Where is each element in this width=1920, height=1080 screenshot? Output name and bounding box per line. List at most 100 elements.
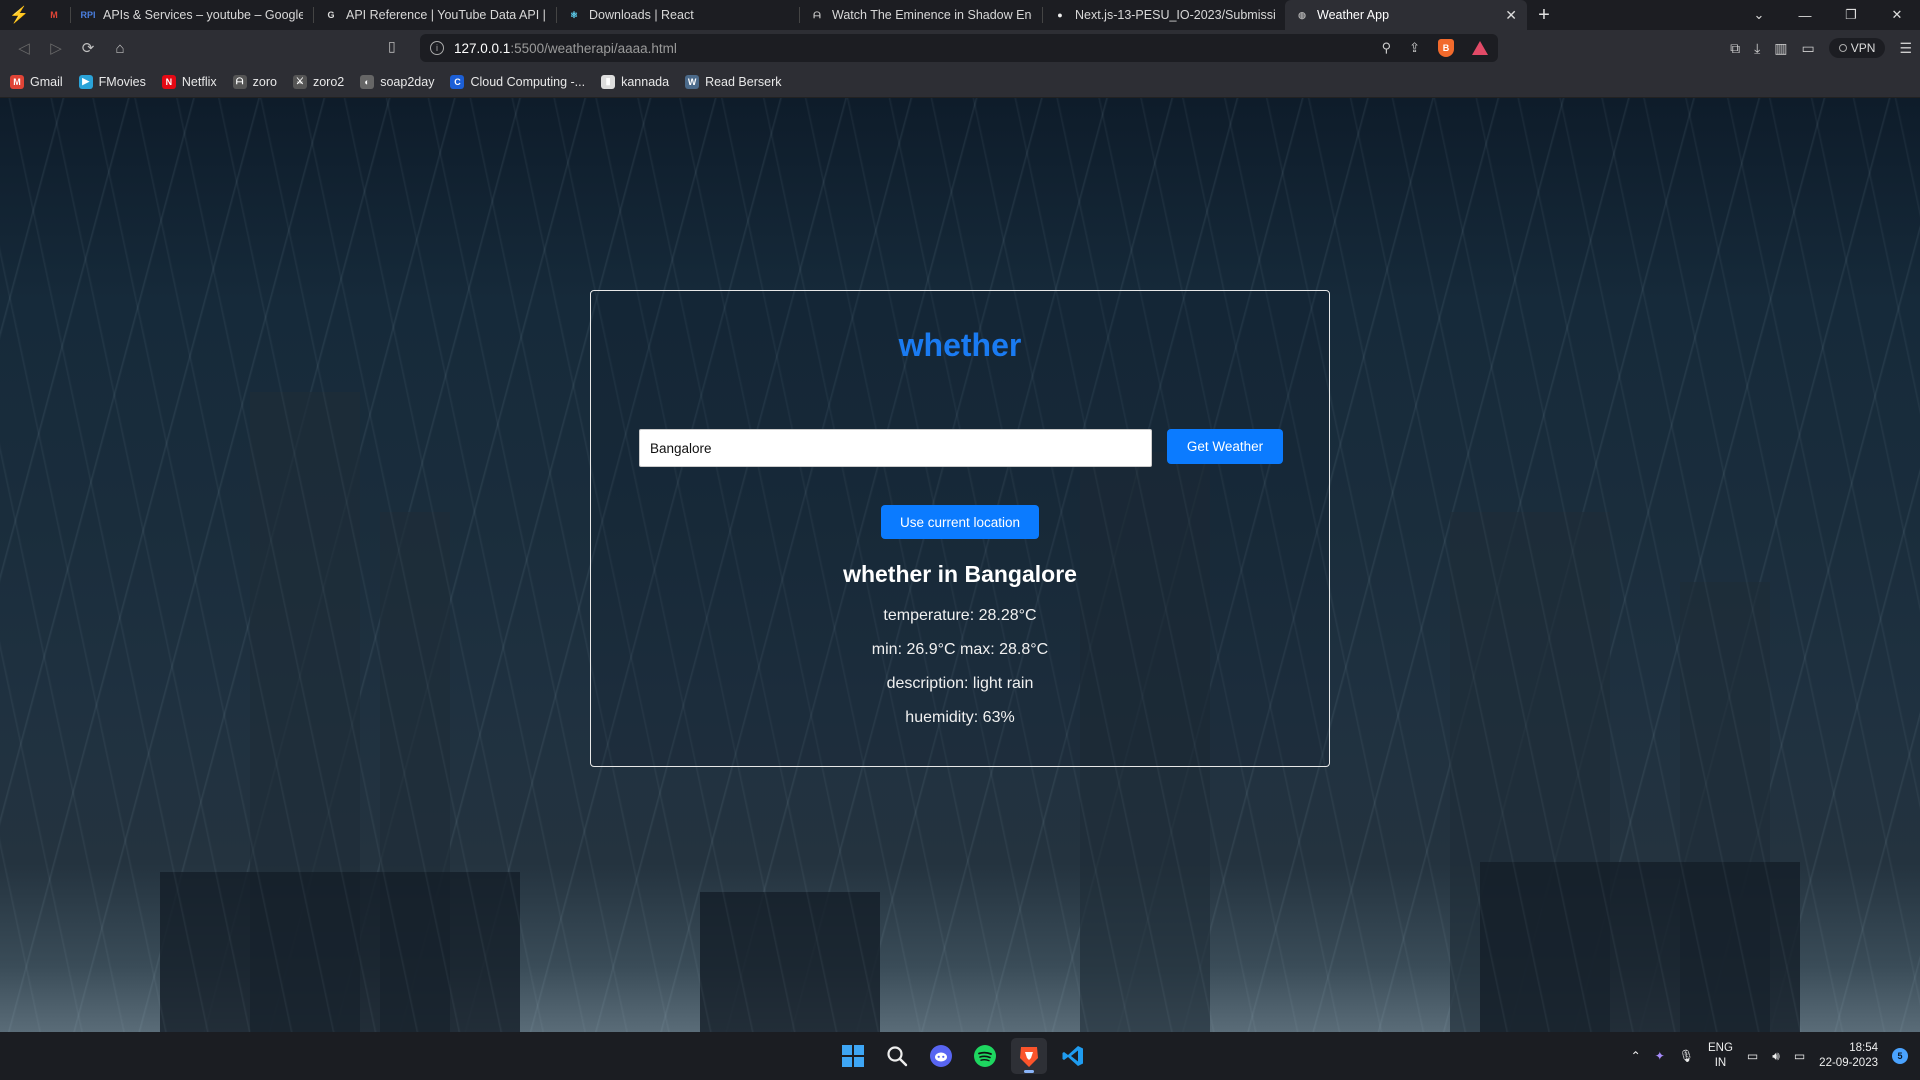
bookmark-label: Netflix bbox=[181, 74, 217, 89]
tab[interactable]: ⚛ Downloads | React bbox=[557, 0, 799, 30]
tab-active[interactable]: ◍ Weather App ✕ bbox=[1285, 0, 1527, 30]
extensions-icon[interactable]: ⧉ bbox=[1730, 40, 1740, 57]
region-code: IN bbox=[1714, 1057, 1727, 1069]
vpn-status-icon bbox=[1838, 44, 1847, 52]
wordpress-icon: W bbox=[685, 74, 700, 89]
tab-list: M RPI APIs & Services – youtube – Google C… bbox=[38, 0, 1527, 30]
taskbar-apps bbox=[835, 1038, 1091, 1074]
bookmark-item[interactable]: N Netflix bbox=[161, 74, 217, 89]
bookmark-item[interactable]: ◐ soap2day bbox=[360, 74, 434, 89]
taskbar: ⌃ ✦ 🎙 ENG IN ▭ 🔊︎ ▭ 18:54 22-09-2023 5 bbox=[0, 1032, 1920, 1080]
bookmark-item[interactable]: M Gmail bbox=[10, 74, 63, 89]
close-window-button[interactable]: ✕ bbox=[1874, 0, 1920, 30]
bookmark-item[interactable]: ▶ FMovies bbox=[78, 74, 146, 89]
brave-menu-icon[interactable]: ⚡ bbox=[0, 0, 38, 30]
vpn-button[interactable]: VPN bbox=[1828, 38, 1886, 58]
network-icon[interactable]: ▭ bbox=[1747, 1049, 1758, 1063]
temperature-text: temperature: 28.28°C bbox=[883, 607, 1037, 624]
bookmark-item[interactable]: C Cloud Computing -... bbox=[450, 74, 585, 89]
menu-icon[interactable]: ☰ bbox=[1899, 40, 1912, 57]
start-button[interactable] bbox=[835, 1038, 871, 1074]
microphone-icon[interactable]: 🎙 bbox=[1679, 1049, 1694, 1063]
tab[interactable]: RPI APIs & Services – youtube – Google C bbox=[71, 0, 313, 30]
bookmark-item[interactable]: ⚔ zoro2 bbox=[292, 74, 345, 89]
react-icon: ⚛ bbox=[569, 9, 579, 20]
description-text: description: light rain bbox=[886, 675, 1034, 692]
search-button[interactable] bbox=[879, 1038, 915, 1074]
home-icon[interactable]: ⌂ bbox=[104, 34, 136, 62]
tab[interactable]: M bbox=[38, 0, 70, 30]
wallet-icon[interactable]: ▭ bbox=[1802, 40, 1815, 57]
brave-taskbar-button[interactable] bbox=[1011, 1038, 1047, 1074]
clock-date: 22-09-2023 bbox=[1819, 1057, 1878, 1069]
toolbar-right: ⧉ ⤓ ▥ ▭ VPN ☰ bbox=[1730, 34, 1912, 62]
windows-icon bbox=[842, 1045, 864, 1067]
city-search-input[interactable] bbox=[639, 429, 1152, 467]
language-indicator[interactable]: ENG IN bbox=[1708, 1041, 1733, 1071]
tab-title: Next.js-13-PESU_IO-2023/Submission bbox=[1075, 8, 1275, 22]
bookmark-item[interactable]: ▮ kannada bbox=[601, 74, 670, 89]
spotify-button[interactable] bbox=[967, 1038, 1003, 1074]
brave-icon bbox=[1020, 1047, 1038, 1067]
notification-badge[interactable]: 5 bbox=[1892, 1048, 1908, 1064]
vpn-label: VPN bbox=[1850, 41, 1876, 55]
bookmark-label: zoro2 bbox=[312, 74, 345, 89]
browser-toolbar: ◁ ▷ ⟳ ⌂ ▯ i 127.0.0.1:5500/weatherapi/aa… bbox=[0, 30, 1920, 66]
globe-icon: ◍ bbox=[1298, 9, 1306, 20]
kannada-icon: ▮ bbox=[601, 74, 616, 89]
tab[interactable]: G API Reference | YouTube Data API | bbox=[314, 0, 556, 30]
volume-icon[interactable]: 🔊︎ bbox=[1772, 1049, 1780, 1064]
clock[interactable]: 18:54 22-09-2023 bbox=[1819, 1041, 1878, 1071]
reload-icon[interactable]: ⟳ bbox=[72, 34, 104, 62]
sidebar-icon[interactable]: ▥ bbox=[1774, 40, 1787, 57]
github-icon: ● bbox=[1057, 10, 1063, 20]
brave-shields-icon[interactable]: B bbox=[1438, 39, 1454, 57]
tab-title: APIs & Services – youtube – Google C bbox=[103, 8, 303, 22]
location-pin-icon[interactable]: ⚲ bbox=[1382, 40, 1392, 56]
discord-icon bbox=[930, 1045, 952, 1067]
netflix-icon: N bbox=[161, 74, 176, 89]
address-bar[interactable]: i 127.0.0.1:5500/weatherapi/aaaa.html ⚲ … bbox=[420, 34, 1498, 62]
get-weather-button[interactable]: Get Weather bbox=[1167, 429, 1283, 464]
search-icon bbox=[887, 1046, 908, 1067]
zoro-icon: ᗩ bbox=[813, 9, 821, 20]
bookmark-item[interactable]: ᗩ zoro bbox=[232, 74, 277, 89]
min-max-text: min: 26.9°C max: 28.8°C bbox=[871, 641, 1049, 658]
bookmark-label: Gmail bbox=[30, 74, 63, 89]
clock-time: 18:54 bbox=[1849, 1042, 1878, 1054]
humidity-text: huemidity: 63% bbox=[905, 709, 1015, 726]
window-controls: ⌄ — ❐ ✕ bbox=[1736, 0, 1920, 30]
google-icon: G bbox=[327, 10, 335, 20]
site-info-icon[interactable]: i bbox=[430, 41, 444, 55]
discord-button[interactable] bbox=[923, 1038, 959, 1074]
vscode-button[interactable] bbox=[1055, 1038, 1091, 1074]
tab-title: API Reference | YouTube Data API | bbox=[346, 8, 546, 22]
bookmark-label: zoro bbox=[252, 74, 277, 89]
use-current-location-button[interactable]: Use current location bbox=[881, 505, 1039, 539]
vscode-icon bbox=[1062, 1046, 1083, 1066]
share-icon[interactable]: ⇪ bbox=[1409, 40, 1420, 56]
weather-card: whether Get Weather Use current location… bbox=[590, 290, 1330, 767]
tab-title: Watch The Eminence in Shadow Englis bbox=[832, 8, 1032, 22]
restore-button[interactable]: ❐ bbox=[1828, 0, 1874, 30]
new-tab-button[interactable]: + bbox=[1527, 0, 1561, 30]
downloads-icon[interactable]: ⤓ bbox=[1754, 40, 1760, 57]
back-icon[interactable]: ◁ bbox=[8, 34, 40, 62]
page-viewport: whether Get Weather Use current location… bbox=[0, 98, 1920, 1032]
chevron-up-icon[interactable]: ⌃ bbox=[1631, 1049, 1641, 1063]
close-tab-icon[interactable]: ✕ bbox=[1505, 7, 1517, 24]
tab-strip: ⚡ M RPI APIs & Services – youtube – Google… bbox=[0, 0, 1920, 30]
bookmark-item[interactable]: W Read Berserk bbox=[685, 74, 782, 89]
tab-search-icon[interactable]: ⌄ bbox=[1736, 0, 1782, 30]
forward-icon[interactable]: ▷ bbox=[40, 34, 72, 62]
tab[interactable]: ᗩ Watch The Eminence in Shadow Englis bbox=[800, 0, 1042, 30]
tab-title: Weather App bbox=[1317, 8, 1390, 22]
spotify-icon bbox=[974, 1045, 996, 1067]
battery-icon[interactable]: ▭ bbox=[1794, 1049, 1805, 1063]
teams-icon[interactable]: ✦ bbox=[1655, 1049, 1665, 1063]
minimize-button[interactable]: — bbox=[1782, 0, 1828, 30]
bookmark-icon[interactable]: ▯ bbox=[388, 38, 396, 55]
tab[interactable]: ● Next.js-13-PESU_IO-2023/Submission bbox=[1043, 0, 1285, 30]
brave-rewards-icon[interactable] bbox=[1472, 41, 1488, 55]
bookmark-label: kannada bbox=[621, 74, 670, 89]
